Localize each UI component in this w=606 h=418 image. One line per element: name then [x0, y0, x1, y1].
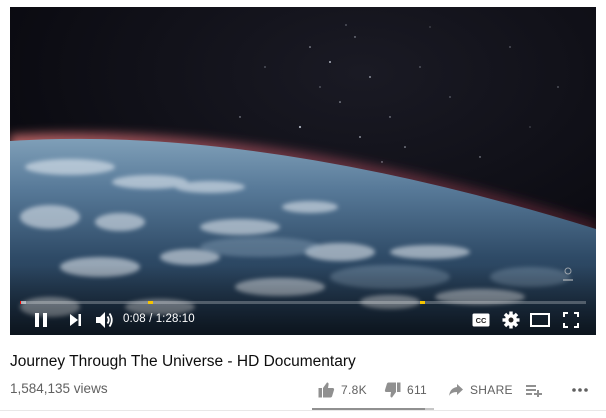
add-to-playlist-icon — [526, 385, 542, 397]
share-arrow-icon — [449, 384, 463, 396]
divider — [0, 410, 606, 411]
like-count: 7.8K — [341, 383, 367, 397]
video-title: Journey Through The Universe - HD Docume… — [10, 353, 356, 370]
dislike-button[interactable]: 611 — [384, 380, 427, 400]
cc-icon: CC — [472, 313, 490, 327]
share-label: SHARE — [470, 383, 513, 397]
time-total: 1:28:10 — [155, 313, 195, 325]
play-pause-button[interactable] — [31, 309, 51, 331]
view-count: 1,584,135 views — [10, 381, 108, 396]
chapter-marker — [148, 301, 154, 304]
video-player[interactable]: 0:08 / 1:28:10 CC — [10, 7, 596, 335]
like-button[interactable]: 7.8K — [318, 380, 367, 400]
settings-button[interactable] — [500, 309, 522, 331]
time-display: 0:08 / 1:28:10 — [123, 313, 195, 325]
next-button[interactable] — [65, 309, 85, 331]
svg-text:CC: CC — [476, 316, 487, 325]
subtitles-button[interactable]: CC — [470, 309, 492, 331]
thumbs-down-icon — [384, 382, 401, 398]
more-horizontal-icon — [572, 388, 588, 392]
chapter-marker — [420, 301, 426, 304]
theater-mode-button[interactable] — [529, 309, 551, 331]
volume-button[interactable] — [94, 309, 116, 331]
dislike-count: 611 — [407, 383, 428, 397]
thumbs-up-icon — [318, 382, 335, 398]
more-actions-button[interactable] — [572, 380, 588, 400]
progress-played — [20, 301, 22, 304]
pause-icon — [35, 313, 47, 327]
volume-icon — [96, 312, 113, 328]
save-to-playlist-button[interactable] — [526, 380, 543, 400]
next-icon — [70, 314, 81, 326]
time-current: 0:08 — [123, 313, 146, 325]
fullscreen-icon — [563, 312, 579, 328]
theater-mode-icon — [530, 313, 550, 327]
share-button[interactable]: SHARE — [448, 380, 513, 400]
fullscreen-button[interactable] — [560, 309, 582, 331]
time-separator: / — [149, 313, 153, 325]
channel-watermark-icon[interactable] — [560, 265, 576, 285]
progress-bar[interactable] — [20, 301, 586, 304]
gear-icon — [502, 311, 520, 329]
